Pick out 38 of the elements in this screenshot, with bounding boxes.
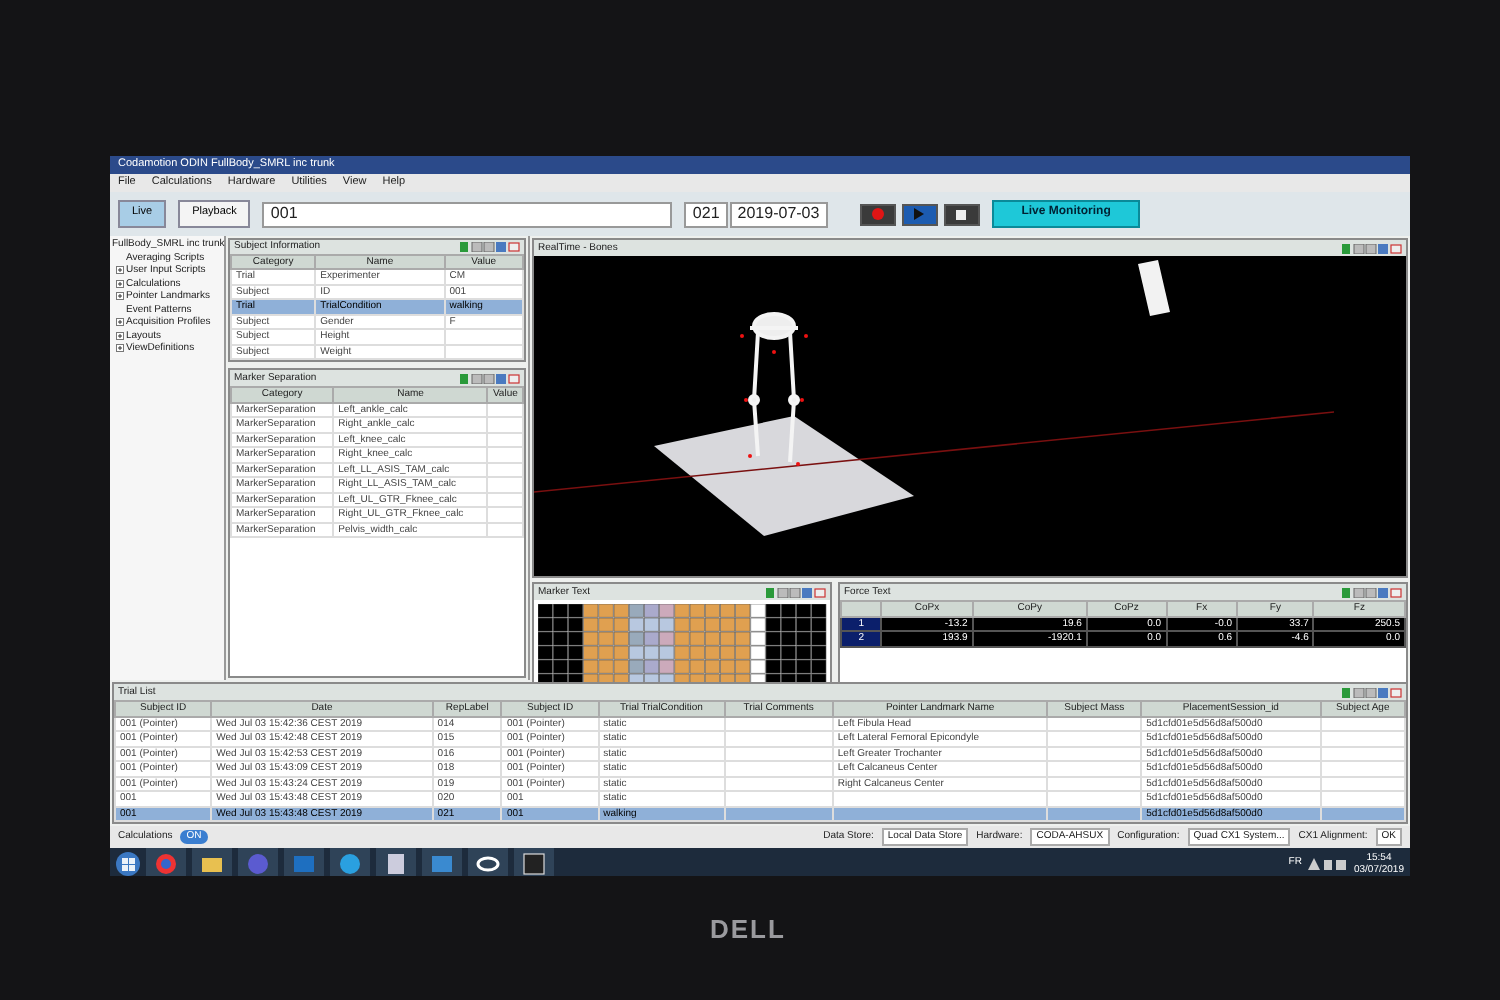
expand-icon[interactable] bbox=[116, 292, 124, 301]
subject-id-field[interactable]: 001 bbox=[262, 201, 673, 228]
monitor-brand-logo: DELL bbox=[710, 912, 786, 948]
record-icon bbox=[871, 208, 884, 221]
taskbar-app-button[interactable] bbox=[376, 847, 416, 876]
stop-button[interactable] bbox=[943, 203, 980, 226]
taskbar-app-button[interactable] bbox=[422, 847, 462, 876]
ring-icon bbox=[476, 851, 500, 876]
taskbar-app-button[interactable] bbox=[514, 847, 554, 876]
panel-controls-icon[interactable] bbox=[1342, 687, 1402, 698]
taskbar-app-button[interactable] bbox=[192, 847, 232, 876]
expand-icon[interactable] bbox=[116, 331, 124, 340]
taskbar-app-button[interactable] bbox=[330, 847, 370, 876]
marker-points-drawing bbox=[740, 334, 808, 467]
stop-icon bbox=[956, 209, 967, 220]
expand-icon[interactable] bbox=[116, 266, 124, 275]
start-button[interactable] bbox=[116, 851, 140, 876]
play-icon bbox=[914, 208, 925, 221]
play-button[interactable] bbox=[901, 203, 938, 226]
taskbar-app-button[interactable] bbox=[238, 847, 278, 876]
panel-controls-icon[interactable] bbox=[1342, 243, 1402, 254]
camera-block-drawing bbox=[1138, 260, 1170, 317]
taskbar-app-button[interactable] bbox=[468, 847, 508, 876]
trial-number-field[interactable]: 021 bbox=[684, 201, 728, 228]
taskbar-app-button[interactable] bbox=[284, 847, 324, 876]
date-field[interactable]: 2019-07-03 bbox=[729, 201, 828, 228]
document-icon bbox=[384, 851, 408, 876]
panel-controls-icon[interactable] bbox=[460, 373, 520, 384]
expand-icon[interactable] bbox=[116, 318, 124, 327]
expand-icon[interactable] bbox=[116, 344, 124, 353]
taskbar-app-button[interactable] bbox=[146, 847, 186, 876]
expand-icon[interactable] bbox=[116, 279, 124, 288]
window-icon bbox=[522, 851, 546, 876]
record-button[interactable] bbox=[859, 203, 896, 226]
tray-icon[interactable] bbox=[1307, 857, 1348, 870]
panel-controls-icon[interactable] bbox=[460, 241, 520, 252]
panel-controls-icon[interactable] bbox=[766, 587, 826, 598]
panel-controls-icon[interactable] bbox=[1342, 587, 1402, 598]
